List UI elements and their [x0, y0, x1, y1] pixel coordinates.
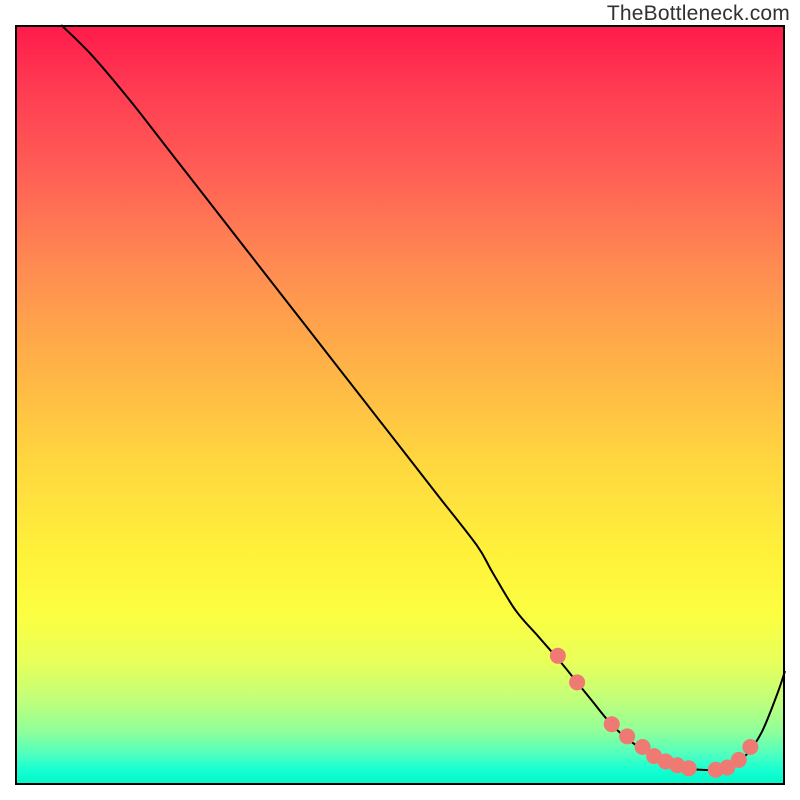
- highlight-marker: [742, 739, 758, 755]
- chart-overlay-svg: [15, 25, 785, 785]
- highlight-marker: [604, 716, 620, 732]
- highlight-marker: [550, 648, 566, 664]
- highlight-marker: [731, 752, 747, 768]
- highlight-marker: [681, 760, 697, 776]
- chart-canvas: TheBottleneck.com: [0, 0, 800, 800]
- watermark-text: TheBottleneck.com: [607, 2, 790, 26]
- highlight-marker: [619, 728, 635, 744]
- bottleneck-curve-group: [61, 25, 785, 770]
- highlighted-points-group: [550, 648, 759, 778]
- highlight-marker: [569, 674, 585, 690]
- bottleneck-curve-path: [61, 25, 785, 770]
